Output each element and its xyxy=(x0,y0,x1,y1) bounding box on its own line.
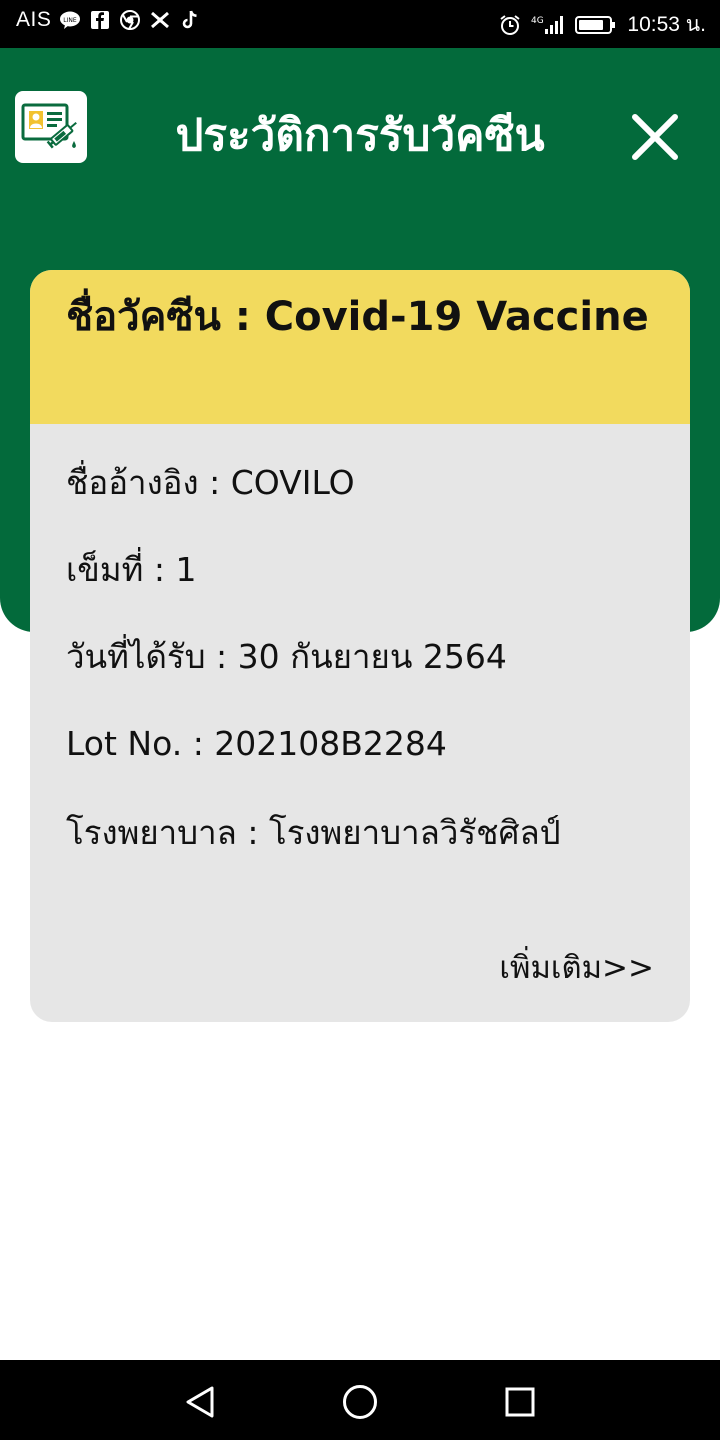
date-received: วันที่ได้รับ : 30 กันยายน 2564 xyxy=(66,637,507,676)
more-details-link[interactable]: เพิ่มเติม>> xyxy=(499,942,654,992)
dose-number: เข็มที่ : 1 xyxy=(66,550,197,589)
page-title: ประวัติการรับวัคซีน xyxy=(175,110,545,161)
reference-name: ชื่ออ้างอิง : COVILO xyxy=(66,463,355,502)
home-circle-icon xyxy=(343,1385,377,1419)
vaccine-name-title: ชื่อวัคซีน : Covid-19 Vaccine xyxy=(66,278,660,356)
hospital-name: โรงพยาบาล : โรงพยาบาลวิรัชศิลป์ xyxy=(66,813,561,852)
battery-icon xyxy=(575,14,617,36)
card-header: ชื่อวัคซีน : Covid-19 Vaccine xyxy=(30,270,690,424)
vaccine-name-label: ชื่อวัคซีน xyxy=(66,294,221,340)
vaccine-record-card[interactable]: ชื่อวัคซีน : Covid-19 Vaccine ชื่ออ้างอิ… xyxy=(30,270,690,1022)
back-triangle-icon xyxy=(186,1386,214,1418)
status-bar: AIS LINE 4G 10:53 น. xyxy=(0,0,720,48)
lot-number: Lot No. : 202108B2284 xyxy=(66,724,447,763)
vaccine-certificate-icon xyxy=(15,91,87,163)
navigation-bar xyxy=(0,1360,720,1440)
close-icon xyxy=(632,114,678,160)
clock-time: 10:53 น. xyxy=(627,13,706,36)
signal-icon: 4G xyxy=(531,14,565,36)
card-body: ชื่ออ้างอิง : COVILO เข็มที่ : 1 วันที่ไ… xyxy=(30,424,690,862)
vaccine-name-value: Covid-19 Vaccine xyxy=(264,294,649,340)
chrome-icon xyxy=(119,9,141,31)
recents-button[interactable] xyxy=(500,1382,540,1422)
close-button[interactable] xyxy=(630,112,680,162)
svg-text:LINE: LINE xyxy=(64,17,78,24)
status-right: 4G 10:53 น. xyxy=(499,8,706,41)
recents-square-icon xyxy=(505,1387,535,1417)
home-button[interactable] xyxy=(340,1382,380,1422)
status-left: AIS LINE xyxy=(16,8,201,32)
tiktok-icon xyxy=(179,9,201,31)
carrier-label: AIS xyxy=(16,8,52,31)
back-button[interactable] xyxy=(180,1382,220,1422)
vaccine-name-separator: : xyxy=(220,294,265,340)
alarm-icon xyxy=(499,14,521,36)
network-label: 4G xyxy=(531,16,544,26)
app-icon xyxy=(149,9,171,31)
line-icon: LINE xyxy=(59,9,81,31)
facebook-icon xyxy=(89,9,111,31)
